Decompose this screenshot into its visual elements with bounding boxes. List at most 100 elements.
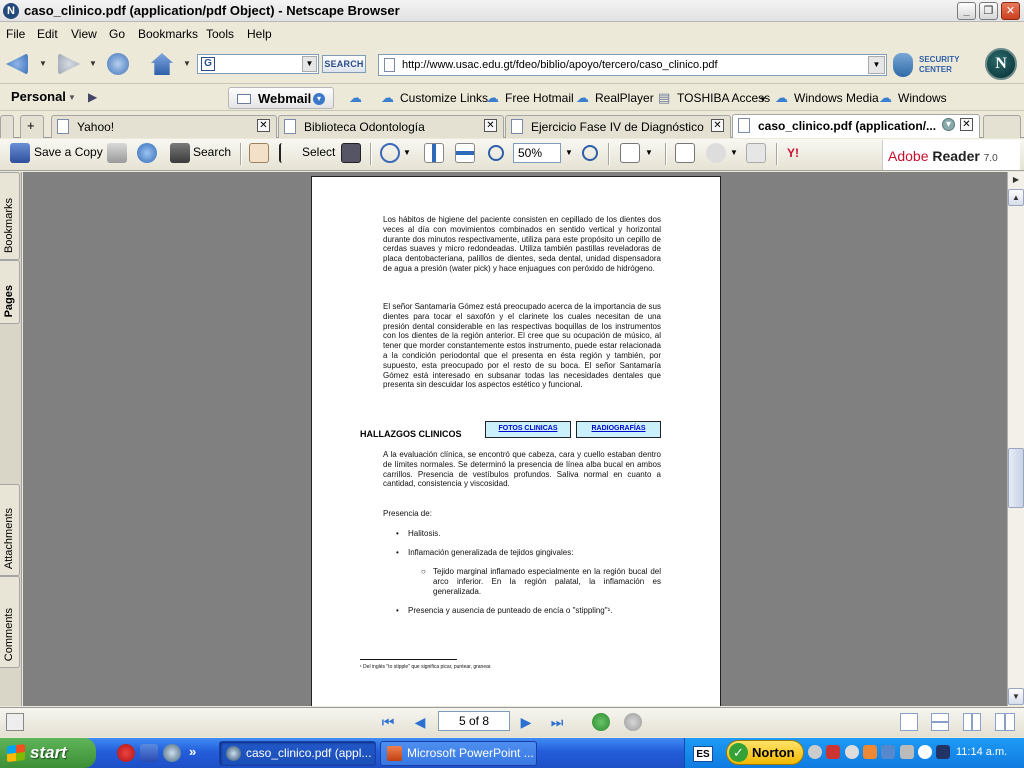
close-button[interactable]: ✕: [1001, 2, 1020, 20]
minimize-button[interactable]: _: [957, 2, 976, 20]
taskbar-item-netscape[interactable]: caso_clinico.pdf (appl...: [219, 741, 376, 766]
webmail-button[interactable]: Webmail ▾: [228, 87, 334, 109]
quicklaunch-netscape-icon[interactable]: [163, 744, 181, 762]
undo-dropdown-icon[interactable]: ▼: [730, 148, 738, 157]
select-cursor-icon[interactable]: [279, 143, 291, 163]
comments-tab[interactable]: Comments: [0, 576, 20, 668]
home-dropdown-icon[interactable]: ▼: [183, 59, 191, 68]
tray-back-icon[interactable]: [808, 745, 822, 759]
url-text[interactable]: http://www.usac.edu.gt/fdeo/biblio/apoyo…: [402, 59, 718, 71]
radiografias-link[interactable]: RADIOGRAFÍAS: [576, 421, 661, 438]
fit-page-icon[interactable]: [424, 143, 444, 163]
menu-go[interactable]: Go: [109, 27, 125, 41]
next-page-icon[interactable]: ▶: [516, 712, 536, 732]
binoculars-icon[interactable]: [170, 143, 190, 163]
yahoo-toolbar-icon[interactable]: Y!: [787, 146, 799, 160]
tray-network-icon[interactable]: [845, 745, 859, 759]
quicklaunch-app-icon[interactable]: [140, 744, 158, 762]
language-indicator[interactable]: ES: [693, 746, 713, 762]
search-pdf-button[interactable]: Search: [193, 145, 231, 159]
tray-device-icon[interactable]: [881, 745, 895, 759]
fotos-clinicas-link[interactable]: FOTOS CLINICAS: [485, 421, 571, 438]
scroll-down-button[interactable]: ▼: [1008, 688, 1024, 705]
search-dropdown-icon[interactable]: ▼: [302, 56, 317, 72]
tab-caso-clinico[interactable]: caso_clinico.pdf (application/... ▾ ✕: [732, 114, 980, 138]
spell-check-icon[interactable]: [675, 143, 695, 163]
menu-edit[interactable]: Edit: [37, 27, 58, 41]
taskbar-item-powerpoint[interactable]: Microsoft PowerPoint ...: [380, 741, 537, 766]
first-page-icon[interactable]: ⏮: [378, 712, 398, 732]
rotate-dropdown-icon[interactable]: ▼: [645, 148, 653, 157]
tab-ejercicio[interactable]: Ejercicio Fase IV de Diagnóstico ✕: [505, 115, 731, 138]
restore-button[interactable]: ❐: [979, 2, 998, 20]
tab-biblioteca[interactable]: Biblioteca Odontología ✕: [278, 115, 504, 138]
tray-antivirus-icon[interactable]: [826, 745, 840, 759]
forward-icon[interactable]: [58, 53, 80, 75]
pages-tab[interactable]: Pages: [0, 260, 20, 324]
fit-width-icon[interactable]: [455, 143, 475, 163]
tab-list-button[interactable]: [983, 115, 1021, 138]
back-dropdown-icon[interactable]: ▼: [39, 59, 47, 68]
customize-links-link[interactable]: Customize Links: [400, 91, 488, 105]
attachments-tab[interactable]: Attachments: [0, 484, 20, 576]
hand-tool-icon[interactable]: [249, 143, 269, 163]
start-button[interactable]: start: [0, 738, 96, 768]
save-disk-icon[interactable]: [10, 143, 30, 163]
search-engine-icon[interactable]: G: [201, 57, 215, 71]
zoom-tool-dropdown-icon[interactable]: ▼: [403, 148, 411, 157]
windows-link[interactable]: Windows: [898, 91, 947, 105]
url-dropdown-icon[interactable]: ▼: [868, 56, 885, 74]
tray-search-icon[interactable]: [918, 745, 932, 759]
status-panel-icon[interactable]: [6, 713, 24, 731]
quicklaunch-more-icon[interactable]: »: [189, 744, 207, 762]
tab-close-icon[interactable]: ✕: [711, 119, 724, 132]
bookmarks-tab[interactable]: Bookmarks: [0, 172, 20, 260]
print-icon[interactable]: [107, 143, 127, 163]
snapshot-icon[interactable]: [341, 143, 361, 163]
tab-close-icon[interactable]: ✕: [257, 119, 270, 132]
last-page-icon[interactable]: ⏭: [547, 712, 567, 732]
tab-scroll-left-button[interactable]: [0, 115, 14, 138]
home-icon[interactable]: [151, 53, 173, 75]
search-input[interactable]: G ▼: [197, 54, 319, 74]
quicklaunch-opera-icon[interactable]: [117, 744, 135, 762]
email-icon[interactable]: [137, 143, 157, 163]
undo-icon[interactable]: [706, 143, 726, 163]
webmail-dropdown-icon[interactable]: ▾: [313, 93, 325, 105]
free-hotmail-link[interactable]: Free Hotmail: [505, 91, 574, 105]
norton-tray-button[interactable]: ✓ Norton: [726, 740, 804, 765]
tray-monitor-icon[interactable]: [900, 745, 914, 759]
menu-tools[interactable]: Tools: [206, 27, 234, 41]
search-button[interactable]: SEARCH: [322, 55, 366, 73]
netscape-app-icon[interactable]: N: [3, 3, 19, 19]
menu-file[interactable]: File: [6, 27, 25, 41]
address-bar[interactable]: http://www.usac.edu.gt/fdeo/biblio/apoyo…: [378, 54, 887, 76]
back-icon[interactable]: [6, 53, 28, 75]
scroll-up-button[interactable]: ▲: [1008, 189, 1024, 206]
single-page-layout-icon[interactable]: [900, 713, 918, 731]
zoom-level-input[interactable]: 50%: [513, 143, 561, 163]
personal-dropdown-icon[interactable]: ▼: [68, 93, 76, 102]
security-center-button[interactable]: SECURITY CENTER: [893, 50, 967, 80]
rotate-pages-icon[interactable]: [620, 143, 640, 163]
menu-bookmarks[interactable]: Bookmarks: [138, 27, 198, 41]
clock[interactable]: 11:14 a.m.: [956, 746, 1007, 758]
menu-view[interactable]: View: [71, 27, 97, 41]
realplayer-link[interactable]: RealPlayer: [595, 91, 654, 105]
page-number-input[interactable]: 5 of 8: [438, 711, 510, 731]
continuous-facing-layout-icon[interactable]: [995, 713, 1015, 731]
personal-arrow-icon[interactable]: ▶: [88, 90, 97, 104]
select-button[interactable]: Select: [302, 145, 335, 159]
continuous-layout-icon[interactable]: [931, 713, 949, 731]
zoom-dropdown-icon[interactable]: ▼: [565, 148, 573, 157]
reload-icon[interactable]: [107, 53, 129, 75]
scrollbar-thumb[interactable]: [1008, 448, 1024, 508]
menu-help[interactable]: Help: [247, 27, 272, 41]
zoom-out-icon[interactable]: [488, 145, 504, 161]
panel-toggle-icon[interactable]: ▶: [1008, 172, 1024, 186]
go-forward-view-icon[interactable]: [624, 713, 642, 731]
document-viewport[interactable]: Los hábitos de higiene del paciente cons…: [23, 172, 1007, 706]
netscape-logo[interactable]: N: [985, 48, 1017, 80]
toshiba-access-menu[interactable]: TOSHIBA Access: [677, 91, 770, 105]
zoom-in-tool-icon[interactable]: [380, 143, 400, 163]
